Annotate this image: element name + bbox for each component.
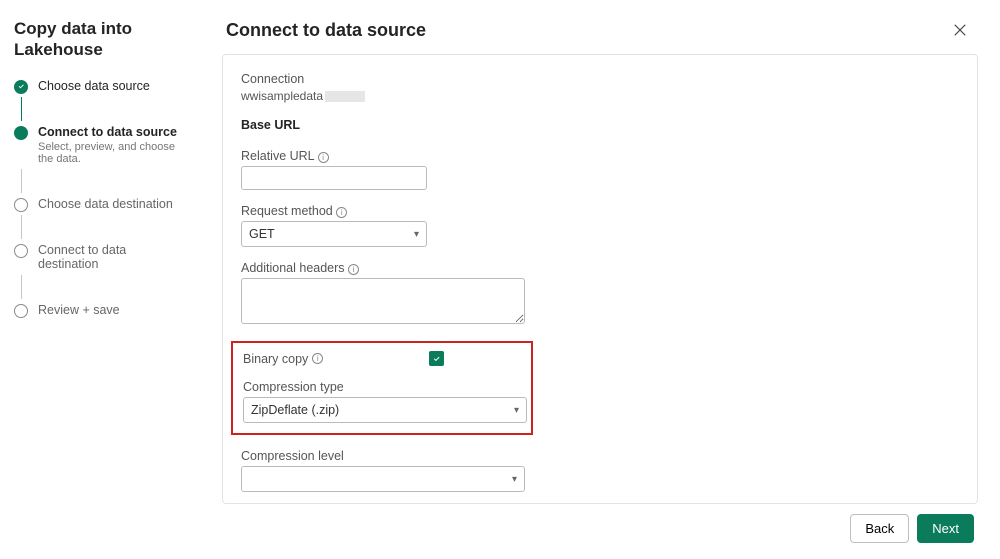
wizard-sidebar: Copy data into Lakehouse Choose data sou… (0, 0, 200, 559)
step-connect-to-data-source[interactable]: Connect to data source Select, preview, … (14, 125, 186, 165)
form-panel: Connection wwisampledata Base URL Relati… (222, 54, 978, 504)
compression-level-label: Compression level (241, 449, 959, 463)
step-label: Choose data destination (38, 197, 186, 211)
base-url-label: Base URL (241, 118, 300, 132)
binary-copy-row: Binary copy i (243, 351, 521, 366)
pending-step-icon (14, 198, 28, 212)
step-label: Review + save (38, 303, 186, 317)
relative-url-group: Relative URL i (241, 149, 959, 190)
relative-url-label: Relative URL i (241, 149, 959, 163)
check-icon (432, 354, 442, 364)
compression-level-select[interactable]: ▾ (241, 466, 525, 492)
step-label: Choose data source (38, 79, 186, 93)
step-connect-to-data-destination[interactable]: Connect to data destination (14, 243, 186, 271)
step-connector (21, 97, 187, 121)
main-content: Connect to data source Connection wwisam… (200, 0, 1000, 559)
binary-copy-label: Binary copy i (243, 352, 323, 366)
close-icon (953, 23, 967, 37)
page-title: Connect to data source (226, 20, 426, 41)
step-connector (21, 275, 187, 299)
step-connector (21, 169, 187, 193)
check-circle-icon (14, 80, 28, 94)
step-choose-data-destination[interactable]: Choose data destination (14, 197, 186, 211)
chevron-down-icon: ▾ (514, 405, 519, 416)
compression-type-group: Compression type ZipDeflate (.zip) ▾ (243, 380, 521, 423)
step-label: Connect to data source (38, 125, 186, 139)
step-sublabel: Select, preview, and choose the data. (38, 141, 186, 165)
pending-step-icon (14, 304, 28, 318)
info-icon[interactable]: i (348, 264, 359, 275)
step-review-save[interactable]: Review + save (14, 303, 186, 317)
connection-label: Connection (241, 72, 304, 86)
compression-type-select[interactable]: ZipDeflate (.zip) ▾ (243, 397, 527, 423)
pending-step-icon (14, 244, 28, 258)
close-button[interactable] (946, 16, 974, 44)
relative-url-input[interactable] (241, 166, 427, 190)
redacted-text (325, 91, 365, 102)
chevron-down-icon: ▾ (512, 474, 517, 485)
footer-actions: Back Next (222, 504, 978, 543)
wizard-title: Copy data into Lakehouse (14, 18, 186, 61)
compression-level-group: Compression level ▾ (241, 449, 959, 492)
highlighted-section: Binary copy i Compression type ZipDeflat… (231, 341, 533, 435)
main-header: Connect to data source (222, 16, 978, 44)
binary-copy-checkbox[interactable] (429, 351, 444, 366)
connection-group: Connection wwisampledata (241, 71, 959, 103)
additional-headers-label: Additional headers i (241, 261, 959, 275)
request-method-group: Request method i GET ▾ (241, 204, 959, 247)
back-button[interactable]: Back (850, 514, 909, 543)
request-method-label: Request method i (241, 204, 959, 218)
info-icon[interactable]: i (336, 207, 347, 218)
info-icon[interactable]: i (318, 152, 329, 163)
next-button[interactable]: Next (917, 514, 974, 543)
select-value: GET (249, 227, 275, 241)
step-choose-data-source[interactable]: Choose data source (14, 79, 186, 93)
current-step-icon (14, 126, 28, 140)
additional-headers-group: Additional headers i (241, 261, 959, 327)
request-method-select[interactable]: GET ▾ (241, 221, 427, 247)
connection-value: wwisampledata (241, 89, 959, 103)
select-value: ZipDeflate (.zip) (251, 403, 339, 417)
chevron-down-icon: ▾ (414, 229, 419, 240)
step-connector (21, 215, 187, 239)
info-icon[interactable]: i (312, 353, 323, 364)
compression-type-label: Compression type (243, 380, 521, 394)
additional-headers-input[interactable] (241, 278, 525, 324)
base-url-group: Base URL (241, 117, 959, 135)
step-label: Connect to data destination (38, 243, 186, 271)
